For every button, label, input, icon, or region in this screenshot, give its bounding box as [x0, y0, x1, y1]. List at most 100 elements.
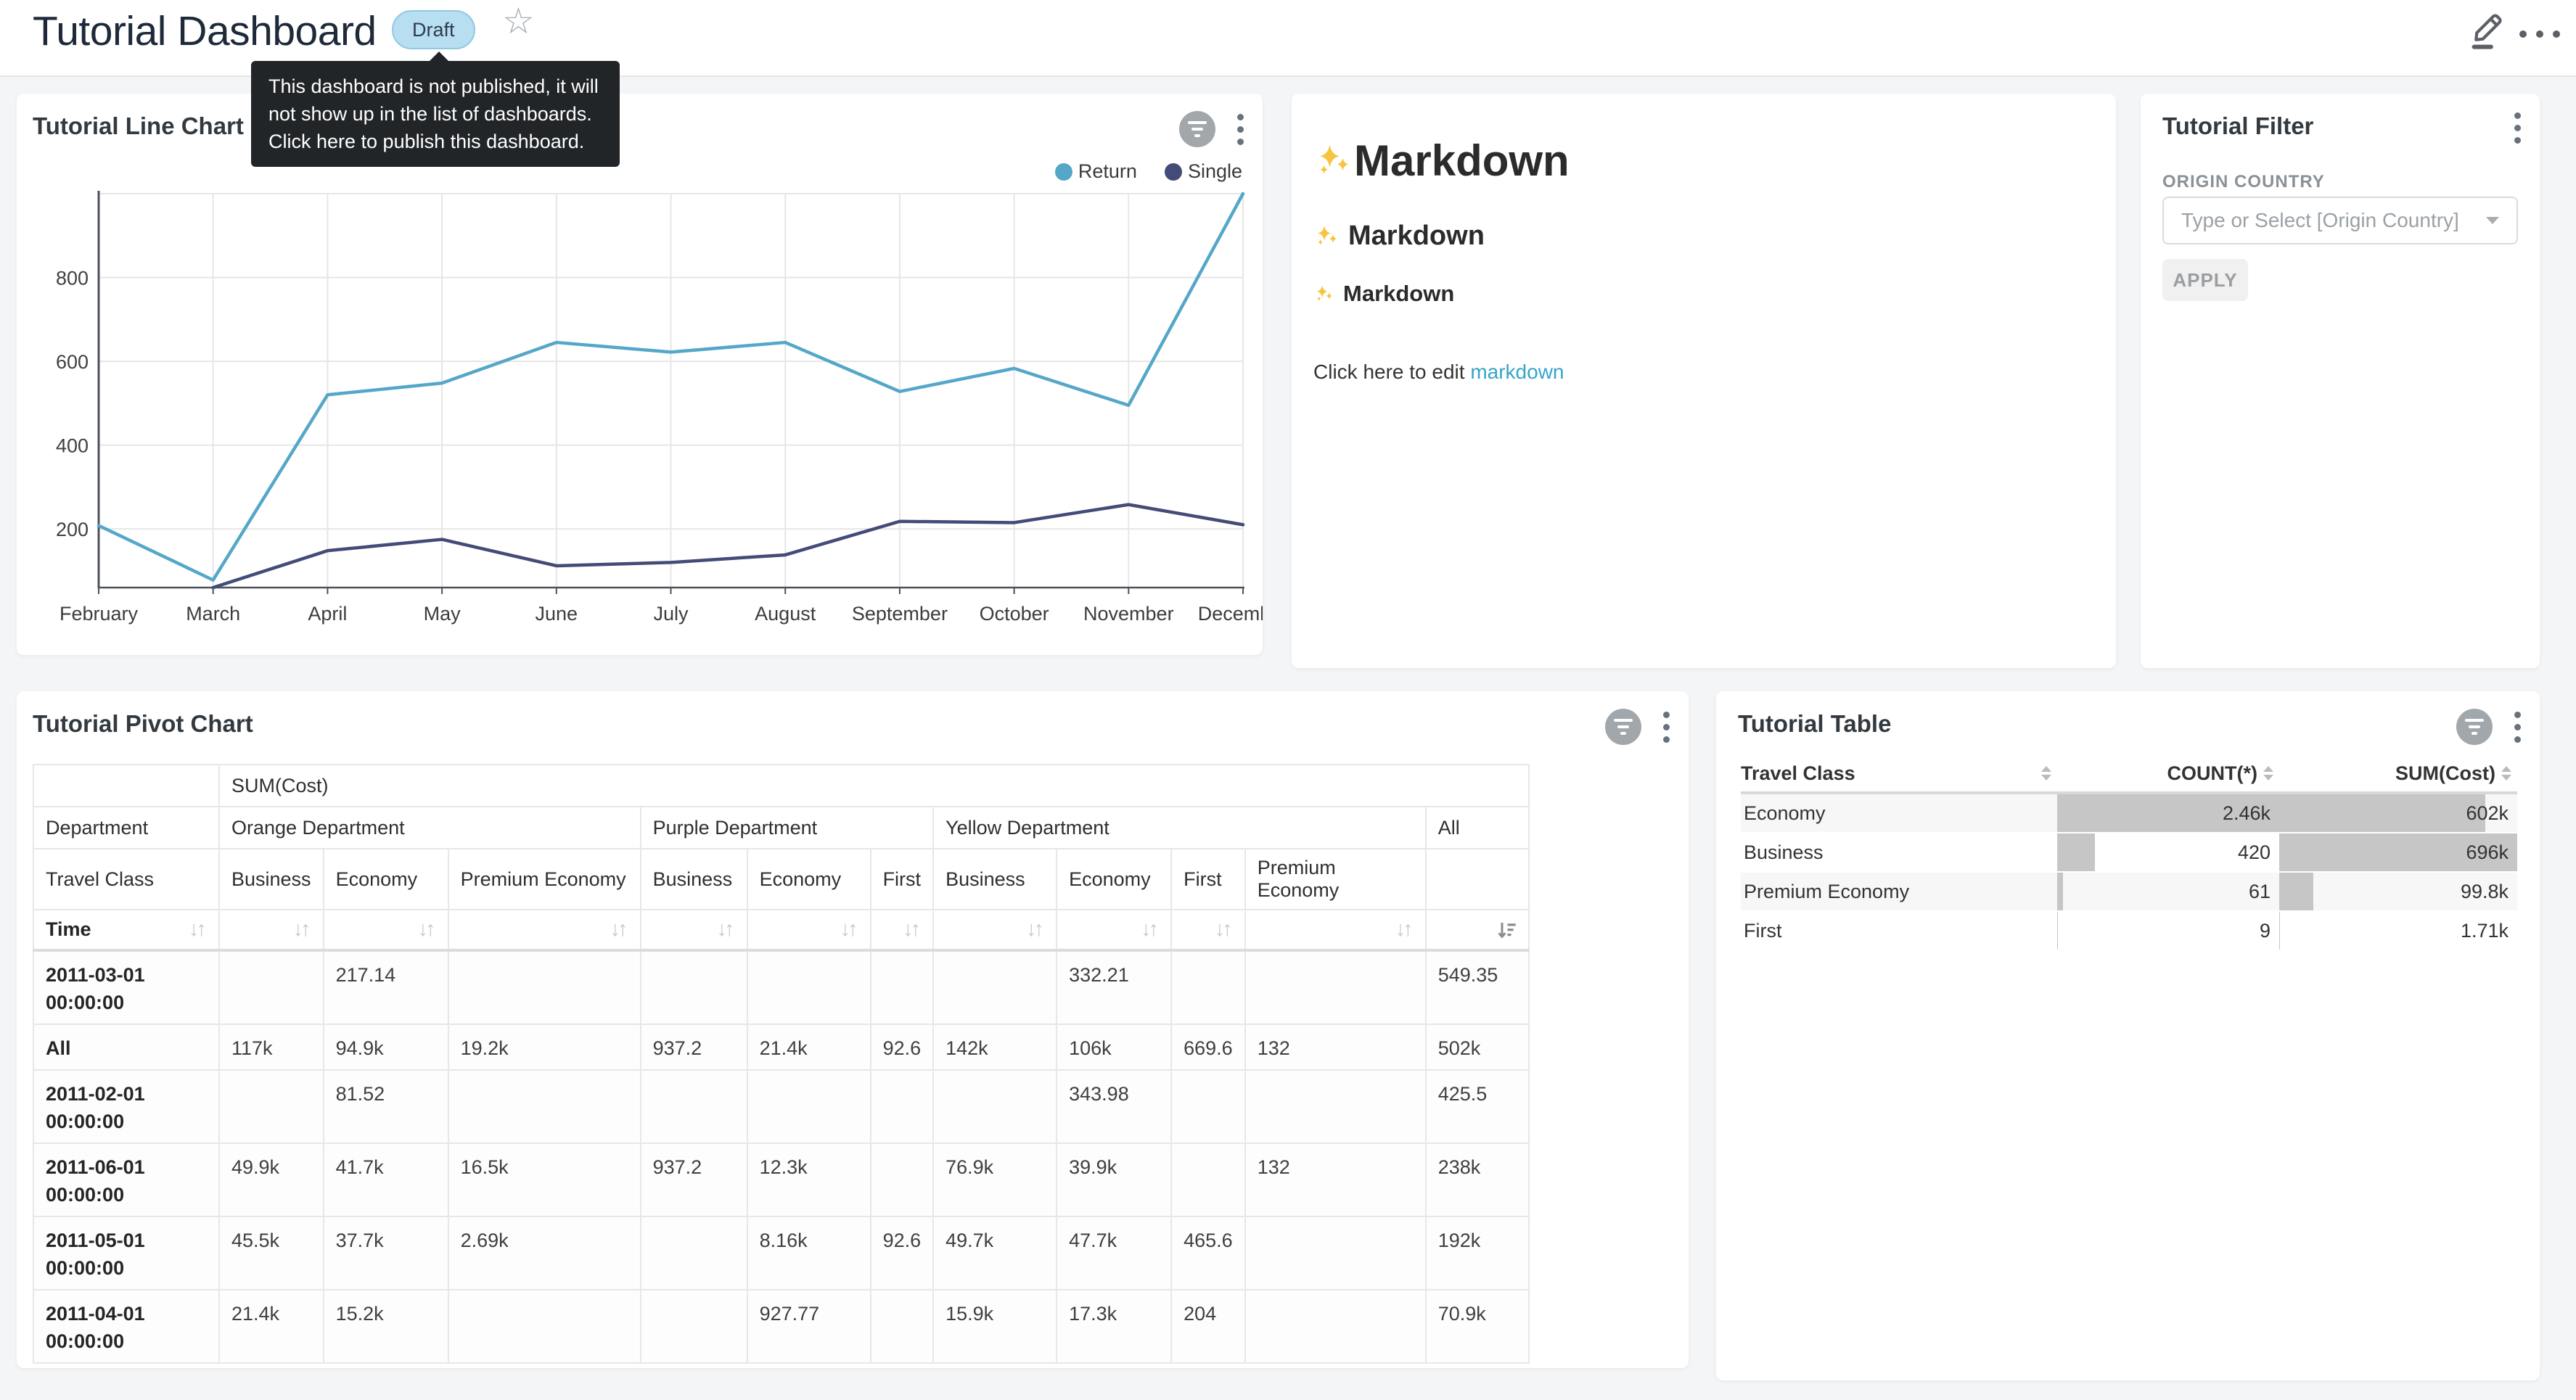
column-header-label: Travel Class — [1741, 762, 2035, 785]
pivot-value-cell: 669.6 — [1171, 1024, 1245, 1070]
svg-text:February: February — [60, 603, 139, 625]
sort-arrows-icon[interactable]: ↓↑ — [192, 918, 207, 942]
sort-carets-icon[interactable] — [2263, 766, 2273, 781]
pivot-value-cell: 343.98 — [1057, 1070, 1171, 1143]
sort-carets-icon[interactable] — [2501, 766, 2511, 781]
sort-arrows-icon[interactable]: ↓↑ — [1144, 918, 1159, 942]
pivot-group-header: Yellow Department — [933, 807, 1426, 849]
pivot-value-cell — [871, 1070, 934, 1143]
cell-value: 2.46k — [2223, 794, 2271, 832]
pivot-value-cell: 15.9k — [933, 1290, 1057, 1363]
svg-text:March: March — [186, 603, 240, 625]
table-row: Economy2.46k602k — [1741, 794, 2517, 833]
pivot-row-dimension-label: Department — [33, 807, 219, 849]
pivot-column-header: Economy — [324, 849, 448, 910]
metric-cell: 2.46k — [2057, 794, 2279, 832]
sort-arrows-icon[interactable]: ↓↑ — [1029, 918, 1044, 942]
legend-item-single[interactable]: Single — [1165, 160, 1242, 183]
sort-carets-icon[interactable] — [2041, 766, 2051, 781]
pivot-time-header: Time↓↑ — [33, 910, 219, 950]
kebab-menu-icon[interactable] — [2511, 111, 2524, 145]
metric-cell: 9 — [2057, 912, 2279, 950]
pivot-group-header: Purple Department — [641, 807, 934, 849]
kebab-menu-icon[interactable] — [1660, 710, 1673, 744]
edit-pencil-icon — [2466, 6, 2509, 52]
sparkles-icon — [1313, 141, 1353, 181]
pivot-value-cell — [871, 1143, 934, 1216]
travel-class-cell: Business — [1741, 833, 2057, 871]
cell-bar — [2279, 912, 2280, 950]
legend-dot — [1055, 163, 1072, 181]
svg-text:October: October — [980, 603, 1049, 625]
pivot-column-header: Business — [641, 849, 747, 910]
sort-descending-icon[interactable] — [1495, 919, 1517, 941]
cell-bar — [2279, 794, 2485, 832]
pivot-sort-cell: ↓↑ — [1057, 910, 1171, 950]
pivot-value-cell: 39.9k — [1057, 1143, 1171, 1216]
kebab-menu-icon[interactable] — [2511, 710, 2524, 744]
dashboard-more-menu-button[interactable] — [2519, 30, 2560, 38]
markdown-h1: Markdown — [1313, 136, 2094, 186]
pivot-value-cell: 76.9k — [933, 1143, 1057, 1216]
metric-cell: 61 — [2057, 873, 2279, 910]
pivot-value-cell: 332.21 — [1057, 950, 1171, 1024]
dashboard-page: { "header": { "title": "Tutorial Dashboa… — [0, 0, 2576, 1400]
sort-arrows-icon[interactable]: ↓↑ — [1218, 918, 1233, 942]
pivot-value-cell: 425.5 — [1426, 1070, 1529, 1143]
legend-label: Single — [1188, 160, 1242, 183]
apply-filter-button[interactable]: APPLY — [2162, 259, 2248, 301]
pivot-sort-cell: ↓↑ — [324, 910, 448, 950]
svg-text:400: 400 — [56, 435, 89, 457]
sort-arrows-icon[interactable]: ↓↑ — [613, 918, 628, 942]
filter-funnel-icon[interactable] — [2456, 709, 2493, 745]
pivot-value-cell — [1245, 1290, 1426, 1363]
metric-cell: 1.71k — [2279, 912, 2517, 950]
origin-country-select[interactable]: Type or Select [Origin Country] — [2162, 197, 2518, 244]
pivot-value-cell: 106k — [1057, 1024, 1171, 1070]
pivot-column-header: First — [871, 849, 934, 910]
pivot-value-cell — [871, 1290, 934, 1363]
pivot-value-cell — [933, 1070, 1057, 1143]
pivot-value-cell — [871, 950, 934, 1024]
pivot-value-cell: 21.4k — [747, 1024, 871, 1070]
pivot-row-label: All — [33, 1024, 219, 1070]
edit-markdown-link[interactable]: markdown — [1470, 361, 1564, 383]
pivot-value-cell: 92.6 — [871, 1024, 934, 1070]
pivot-value-cell — [641, 950, 747, 1024]
edit-dashboard-button[interactable] — [2466, 6, 2509, 52]
table-row: First91.71k — [1741, 912, 2517, 951]
sparkles-icon — [1313, 223, 1340, 250]
favorite-star-icon[interactable]: ☆ — [502, 3, 535, 39]
sort-arrows-icon[interactable]: ↓↑ — [843, 918, 858, 942]
pivot-column-header: Premium Economy — [1245, 849, 1426, 910]
sort-arrows-icon[interactable]: ↓↑ — [296, 918, 311, 942]
chevron-down-icon — [2486, 217, 2499, 224]
legend-item-return[interactable]: Return — [1055, 160, 1137, 183]
metric-cell: 602k — [2279, 794, 2517, 832]
filter-funnel-icon[interactable] — [1605, 709, 1641, 745]
cell-value: 1.71k — [2461, 912, 2509, 950]
pivot-sort-cell — [1426, 910, 1529, 950]
pivot-row-label: 2011-03-01 00:00:00 — [33, 950, 219, 1024]
sort-arrows-icon[interactable]: ↓↑ — [1398, 918, 1414, 942]
svg-text:August: August — [755, 603, 816, 625]
column-header-label: SUM(Cost) — [2395, 762, 2495, 785]
sort-arrows-icon[interactable]: ↓↑ — [720, 918, 735, 942]
filter-card: Tutorial Filter ORIGIN COUNTRY Type or S… — [2141, 94, 2540, 668]
draft-status-badge[interactable]: Draft — [392, 10, 475, 49]
table-column-header[interactable]: SUM(Cost) — [2279, 762, 2517, 785]
pivot-sort-cell: ↓↑ — [219, 910, 324, 950]
pivot-value-cell — [219, 950, 324, 1024]
pivot-value-cell: 70.9k — [1426, 1290, 1529, 1363]
sort-arrows-icon[interactable]: ↓↑ — [906, 918, 921, 942]
pivot-value-cell — [641, 1216, 747, 1290]
pivot-row-label: 2011-05-01 00:00:00 — [33, 1216, 219, 1290]
pivot-sort-cell: ↓↑ — [1245, 910, 1426, 950]
pivot-value-cell: 15.2k — [324, 1290, 448, 1363]
cell-value: 602k — [2466, 794, 2509, 832]
sort-arrows-icon[interactable]: ↓↑ — [421, 918, 436, 942]
cell-value: 99.8k — [2461, 873, 2509, 910]
table-column-header[interactable]: Travel Class — [1741, 762, 2057, 785]
table-column-header[interactable]: COUNT(*) — [2057, 762, 2279, 785]
cell-bar — [2057, 912, 2058, 950]
